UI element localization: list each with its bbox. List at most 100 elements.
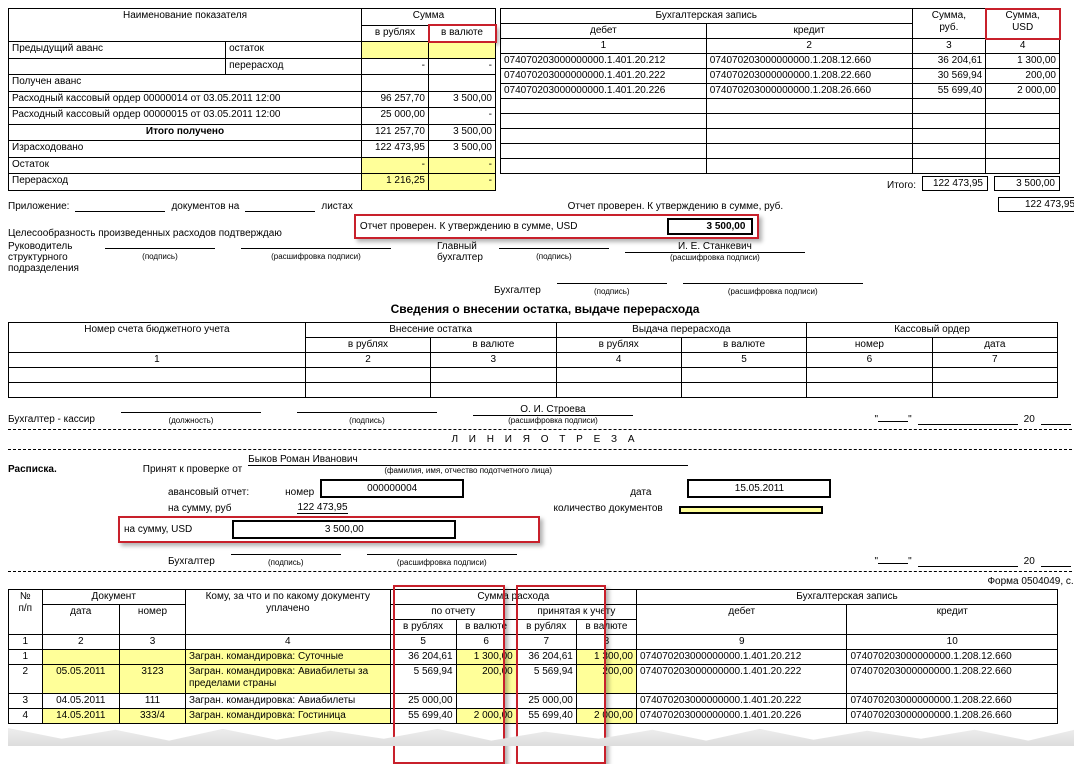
post-field[interactable] (121, 412, 261, 413)
p2-cr: 074070203000000000.1.208.22.660 (847, 694, 1058, 709)
h-r8: в валюте (576, 620, 636, 635)
month-field-2[interactable] (918, 566, 1018, 567)
sv-n4: 4 (556, 353, 681, 368)
p2-date: 14.05.2011 (42, 709, 119, 724)
decr-field-3[interactable] (683, 283, 863, 284)
p2-n: 4 (9, 709, 43, 724)
lr-rub: - (362, 157, 429, 174)
p2-deb: 074070203000000000.1.401.20.212 (636, 650, 846, 665)
h-debit: дебет (636, 605, 846, 635)
sv-n3: 3 (431, 353, 556, 368)
p2-deb: 074070203000000000.1.401.20.226 (636, 709, 846, 724)
day-field[interactable] (878, 421, 908, 422)
docs-val[interactable] (679, 506, 823, 514)
cn-2: 2 (706, 39, 912, 54)
docs-field[interactable] (245, 211, 315, 212)
form-label: Форма 0504049, с. 2 (8, 576, 1074, 587)
sign-field-3[interactable] (557, 283, 667, 284)
year-field-2[interactable] (1041, 566, 1071, 567)
rr-debit (501, 114, 707, 129)
decr-cap-1: (расшифровка подписи) (241, 252, 391, 261)
lr-val: - (429, 174, 496, 191)
p2-r7: 5 569,94 (516, 665, 576, 694)
year-field[interactable] (1041, 424, 1071, 425)
day-field-2[interactable] (878, 563, 908, 564)
rr-debit: 074070203000000000.1.401.20.212 (501, 54, 707, 69)
rr-credit (706, 114, 912, 129)
month-field[interactable] (918, 424, 1018, 425)
p2-num: 3123 (120, 665, 186, 694)
decr-cap-4: (расшифровка подписи) (473, 416, 633, 425)
lr-label (9, 58, 226, 75)
p2-colnum: 10 (847, 635, 1058, 650)
rr-rub: 55 699,40 (912, 84, 986, 99)
lr-label: Перерасход (9, 174, 362, 191)
cn-4: 4 (986, 39, 1060, 54)
lr-label: Израсходовано (9, 141, 362, 158)
rr-usd: 2 000,00 (986, 84, 1060, 99)
lr-label: Итого получено (9, 124, 362, 141)
sign-field-4[interactable] (297, 412, 437, 413)
lr-label: Расходный кассовый ордер 00000014 от 03.… (9, 91, 362, 108)
sved-table: Номер счета бюджетного учета Внесение ос… (8, 322, 1058, 398)
sv-n2: 2 (305, 353, 430, 368)
h-byrep: по отчету (390, 605, 516, 620)
decr-field-5[interactable] (367, 554, 517, 555)
p2-r6: 1 300,00 (456, 650, 516, 665)
p2-r8: 2 000,00 (576, 709, 636, 724)
accountant-lbl: Бухгалтер (494, 285, 541, 296)
sv-val1: в валюте (431, 338, 556, 353)
h-credit: кредит (847, 605, 1058, 635)
acc-cashier-lbl: Бухгалтер - кассир (8, 414, 95, 425)
sign-cap-5: (подпись) (231, 558, 341, 567)
num-lbl: номер (285, 487, 314, 498)
post-cap: (должность) (121, 416, 261, 425)
prilozh-field[interactable] (75, 211, 165, 212)
p2-r5: 36 204,61 (390, 650, 456, 665)
p2-whom: Загран. командировка: Авиабилеты (185, 694, 390, 709)
rr-credit (706, 129, 912, 144)
p2-colnum: 1 (9, 635, 43, 650)
p2-colnum: 9 (636, 635, 846, 650)
h-doc: Документ (42, 590, 185, 605)
p2-num: 333/4 (120, 709, 186, 724)
sign-cap-4: (подпись) (297, 416, 437, 425)
sign-field-1[interactable] (105, 248, 215, 249)
p2-r6: 2 000,00 (456, 709, 516, 724)
lr-val: - (429, 58, 496, 75)
p2-colnum: 2 (42, 635, 119, 650)
rr-usd (986, 144, 1060, 159)
sign-field-5[interactable] (231, 554, 341, 555)
date-lbl: дата (630, 487, 651, 498)
check-rub-lbl: Отчет проверен. К утверждению в сумме, р… (568, 201, 784, 212)
cn-1: 1 (501, 39, 707, 54)
p2-n: 2 (9, 665, 43, 694)
accepted-lbl: Принят к проверке от (143, 464, 242, 475)
rr-usd: 200,00 (986, 69, 1060, 84)
h-npp: № п/п (9, 590, 43, 635)
sved-title: Сведения о внесении остатка, выдаче пере… (8, 302, 1074, 316)
indicator-table: Наименование показателя Сумма в рублях в… (8, 8, 496, 191)
sign-field-2[interactable] (499, 248, 609, 249)
docs-on: документов на (171, 201, 239, 212)
rr-debit (501, 144, 707, 159)
p2-num: 111 (120, 694, 186, 709)
rr-rub (912, 159, 986, 174)
sign-cap-3: (подпись) (557, 287, 667, 296)
sv-n7: 7 (932, 353, 1057, 368)
torn-edge (8, 728, 1074, 746)
p2-colnum: 3 (120, 635, 186, 650)
h-num: номер (120, 605, 186, 635)
p2-r6 (456, 694, 516, 709)
sv-rub2: в рублях (556, 338, 681, 353)
advrep-lbl: авансовый отчет: (168, 487, 249, 498)
lr-rub: 122 473,95 (362, 141, 429, 158)
sumusd-lbl: на сумму, USD (124, 524, 192, 535)
lr-rub: 96 257,70 (362, 91, 429, 108)
sv-n5: 5 (681, 353, 806, 368)
p2-deb: 074070203000000000.1.401.20.222 (636, 694, 846, 709)
expense-table: № п/п Документ Кому, за что и по какому … (8, 589, 1058, 724)
lr-val: 3 500,00 (429, 124, 496, 141)
decr-field-1[interactable] (241, 248, 391, 249)
lr-label: Получен аванс (9, 75, 362, 92)
